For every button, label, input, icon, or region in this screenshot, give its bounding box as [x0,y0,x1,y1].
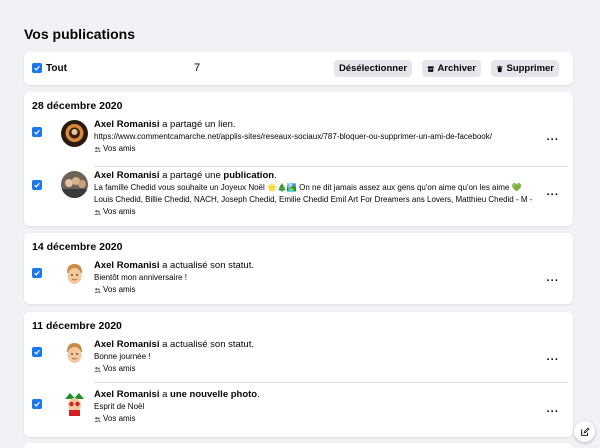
author-name[interactable]: Axel Romanisi [94,339,159,350]
action-text: a actualisé son statut. [159,260,254,271]
action-text: a [159,389,171,400]
item-excerpt: Bientôt mon anniversaire ! [94,273,187,282]
avatar [61,261,88,288]
audience-label: Vos amis [94,413,553,425]
item-excerpt-2: Louis Chedid, Billie Chedid, NACH, Josep… [94,195,533,204]
check-icon [34,401,40,407]
item-checkbox[interactable] [32,268,42,278]
section-date: 14 décembre 2020 [32,241,123,253]
section-date: 28 décembre 2020 [32,100,123,112]
check-icon [34,129,40,135]
archive-icon [427,65,434,72]
author-name[interactable]: Axel Romanisi [94,260,159,271]
action-text: a partagé une [159,170,224,181]
selection-toolbar: Tout 7 Désélectionner Archiver Supprimer [24,52,573,85]
item-checkbox[interactable] [32,347,42,357]
next-section-card [24,443,573,448]
audience-label: Vos amis [94,363,553,375]
list-item[interactable]: Axel Romanisi a une nouvelle photo. Espr… [24,386,573,431]
section-date: 11 décembre 2020 [32,320,122,332]
compose-button[interactable] [574,421,595,442]
friends-icon [94,287,101,293]
check-icon [34,270,40,276]
avatar [61,340,88,367]
author-name[interactable]: Axel Romanisi [94,389,159,400]
avatar [61,120,88,147]
audience-label: Vos amis [94,206,553,218]
divider [94,166,567,167]
audience-text: Vos amis [103,207,136,216]
item-headline: Axel Romanisi a une nouvelle photo. [94,389,553,401]
action-suffix: . [257,389,260,400]
more-options-icon[interactable]: ··· [547,190,560,201]
section-28-dec: 28 décembre 2020 Axel Romanisi a partagé… [24,92,573,226]
avatar [61,390,88,417]
friends-icon [94,366,101,372]
item-link[interactable]: https://www.commentcamarche.net/applis-s… [94,131,553,143]
more-options-icon[interactable]: ··· [547,135,560,146]
item-checkbox[interactable] [32,127,42,137]
item-excerpt: Bonne journée ! [94,352,151,361]
audience-text: Vos amis [103,144,136,153]
page-title: Vos publications [24,26,135,42]
list-item[interactable]: Axel Romanisi a actualisé son statut. Bo… [24,336,573,381]
delete-button[interactable]: Supprimer [491,60,559,77]
deselect-label: Désélectionner [338,63,408,74]
list-item[interactable]: Axel Romanisi a partagé une publication.… [24,169,573,224]
archive-label: Archiver [437,63,476,74]
check-icon [34,65,40,71]
item-excerpt: Esprit de Noël [94,402,145,411]
check-icon [34,349,40,355]
action-text: a actualisé son statut. [159,339,254,350]
audience-label: Vos amis [94,143,553,155]
item-headline: Axel Romanisi a actualisé son statut. [94,339,553,351]
more-options-icon[interactable]: ··· [547,407,560,418]
action-link[interactable]: publication [223,170,274,181]
item-headline: Axel Romanisi a partagé un lien. [94,119,553,131]
list-item[interactable]: Axel Romanisi a partagé un lien. https:/… [24,116,573,166]
compose-icon [580,426,590,436]
action-text: a partagé un lien. [159,119,236,130]
friends-icon [94,209,101,215]
list-item[interactable]: Axel Romanisi a actualisé son statut. Bi… [24,257,573,302]
author-name[interactable]: Axel Romanisi [94,119,159,130]
section-11-dec: 11 décembre 2020 Axel Romanisi a actuali… [24,312,573,437]
more-options-icon[interactable]: ··· [547,276,560,287]
item-checkbox[interactable] [32,180,42,190]
avatar [61,171,88,198]
trash-icon [496,65,503,72]
action-link[interactable]: une nouvelle photo [170,389,257,400]
friends-icon [94,416,101,422]
audience-text: Vos amis [103,285,136,294]
deselect-button[interactable]: Désélectionner [334,60,412,77]
item-headline: Axel Romanisi a actualisé son statut. [94,260,553,272]
item-excerpt: La famille Chedid vous souhaite un Joyeu… [94,183,522,192]
item-headline: Axel Romanisi a partagé une publication. [94,170,553,182]
audience-text: Vos amis [103,364,136,373]
delete-label: Supprimer [506,63,554,74]
audience-label: Vos amis [94,284,553,296]
section-14-dec: 14 décembre 2020 Axel Romanisi a actuali… [24,233,573,304]
selected-count: 7 [194,62,201,74]
check-icon [34,182,40,188]
select-all-checkbox[interactable] [32,63,42,73]
more-options-icon[interactable]: ··· [547,355,560,366]
audience-text: Vos amis [103,414,136,423]
divider [94,382,567,383]
action-suffix: . [274,170,277,181]
author-name[interactable]: Axel Romanisi [94,170,159,181]
friends-icon [94,146,101,152]
item-checkbox[interactable] [32,399,42,409]
select-all-label: Tout [46,63,67,74]
archive-button[interactable]: Archiver [422,60,481,77]
